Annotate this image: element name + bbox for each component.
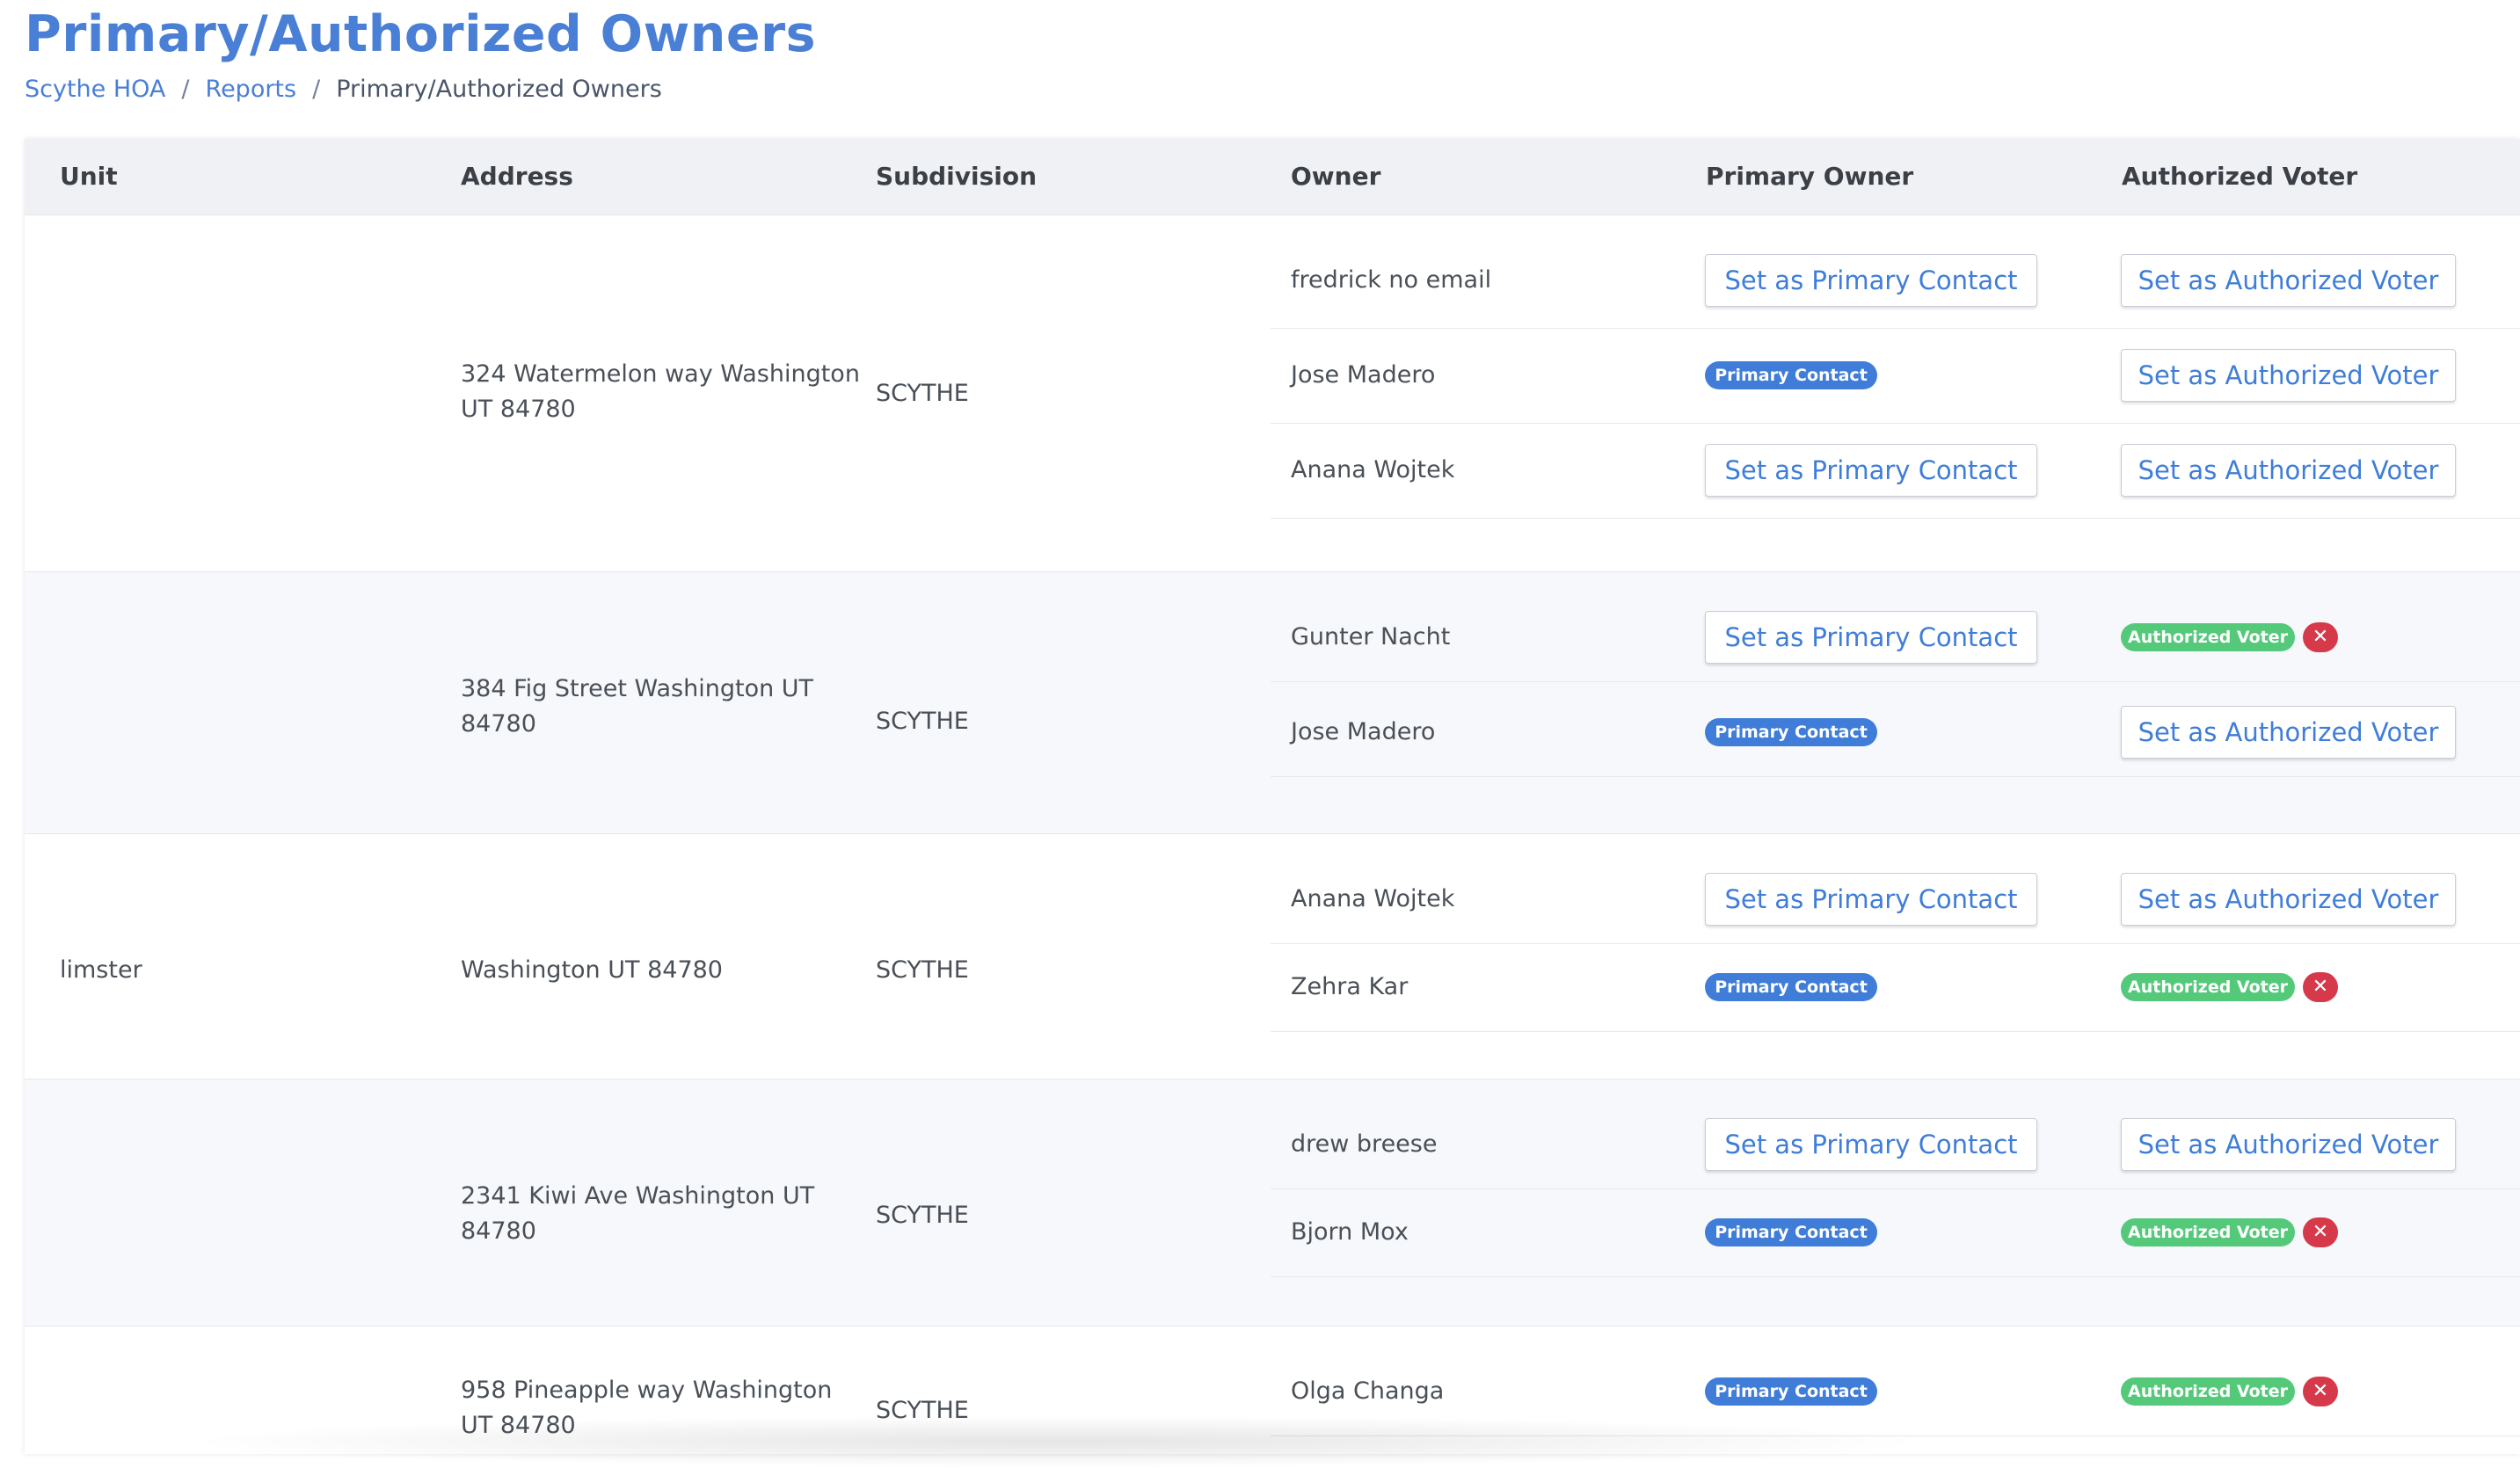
authorized-voter-badge: Authorized Voter [2121,1377,2295,1406]
owner-row: Gunter Nacht Set as Primary Contact Author… [1271,593,2520,682]
column-header-owner: Owner [1291,162,1381,191]
owner-row: fredrick no email Set as Primary Contact S… [1271,233,2520,329]
address-cell: 2341 Kiwi Ave Washington UT 84780 [461,1179,814,1249]
set-authorized-voter-button[interactable]: Set as Authorized Voter [2121,349,2456,402]
primary-contact-badge: Primary Contact [1705,718,1877,746]
table-header: Unit Address Subdivision Owner Primary O… [25,139,2520,214]
address-line-2: UT 84780 [461,396,576,423]
owner-row: Zehra Kar Primary Contact Authorized Voter… [1271,943,2520,1032]
remove-voter-icon[interactable]: ✕ [2303,972,2338,1002]
column-header-authorized-voter: Authorized Voter [2122,162,2358,191]
subdivision-cell: SCYTHE [876,1202,969,1229]
owner-name: Anana Wojtek [1291,456,1455,483]
table-row: 324 Watermelon way Washington UT 84780 SCY… [25,214,2520,572]
owner-name: drew breese [1291,1130,1438,1158]
address-line-1: 2341 Kiwi Ave Washington UT [461,1182,815,1210]
set-primary-contact-button[interactable]: Set as Primary Contact [1705,444,2037,497]
address-line-1: 324 Watermelon way Washington [461,360,860,388]
authorized-voter-badge: Authorized Voter [2121,973,2295,1001]
owner-name: Olga Changa [1291,1377,1445,1405]
set-primary-contact-button[interactable]: Set as Primary Contact [1705,254,2037,307]
set-authorized-voter-button[interactable]: Set as Authorized Voter [2121,444,2456,497]
table-row: 2341 Kiwi Ave Washington UT 84780 SCYTHE dr… [25,1079,2520,1326]
set-primary-contact-button[interactable]: Set as Primary Contact [1705,611,2037,664]
breadcrumb-current: Primary/Authorized Owners [336,76,662,103]
subdivision-cell: SCYTHE [876,380,969,407]
set-primary-contact-button[interactable]: Set as Primary Contact [1705,1118,2037,1171]
table-row: limster Washington UT 84780 SCYTHE Anana Wo… [25,833,2520,1079]
primary-contact-badge: Primary Contact [1705,1377,1877,1406]
address-line-1: 958 Pineapple way Washington [461,1377,833,1404]
set-authorized-voter-button[interactable]: Set as Authorized Voter [2121,1118,2456,1171]
owner-name: Jose Madero [1291,361,1436,389]
owner-name: fredrick no email [1291,266,1492,294]
owner-row: Anana Wojtek Set as Primary Contact Set as… [1271,855,2520,944]
table-row: 384 Fig Street Washington UT 84780 SCYTHE G… [25,571,2520,834]
column-header-unit: Unit [60,162,118,191]
unit-cell: limster [60,956,142,984]
page-title: Primary/Authorized Owners [25,5,817,63]
address-line-1: 384 Fig Street Washington UT [461,675,814,702]
subdivision-cell: SCYTHE [876,708,969,735]
owners-table-card: Unit Address Subdivision Owner Primary O… [25,139,2520,1454]
address-cell: Washington UT 84780 [461,953,723,988]
owner-row: Bjorn Mox Primary Contact Authorized Voter… [1271,1188,2520,1277]
set-primary-contact-button[interactable]: Set as Primary Contact [1705,873,2037,926]
breadcrumb-link-scythe-hoa[interactable]: Scythe HOA [25,76,165,103]
address-line-1: Washington UT 84780 [461,956,723,984]
owner-row: Olga Changa Primary Contact Authorized Vot… [1271,1348,2520,1436]
address-cell: 324 Watermelon way Washington UT 84780 [461,357,860,427]
address-cell: 958 Pineapple way Washington UT 84780 [461,1373,832,1443]
owner-name: Bjorn Mox [1291,1218,1409,1246]
address-line-2: 84780 [461,1217,536,1245]
breadcrumb-separator: / [181,76,190,103]
column-header-primary-owner: Primary Owner [1706,162,1914,191]
set-authorized-voter-button[interactable]: Set as Authorized Voter [2121,254,2456,307]
owner-row: Jose Madero Primary Contact Set as Authori… [1271,688,2520,777]
address-line-2: UT 84780 [461,1412,576,1439]
owner-name: Gunter Nacht [1291,623,1451,650]
set-authorized-voter-button[interactable]: Set as Authorized Voter [2121,706,2456,759]
primary-contact-badge: Primary Contact [1705,361,1877,389]
remove-voter-icon[interactable]: ✕ [2303,622,2338,652]
subdivision-cell: SCYTHE [876,956,969,984]
owner-row: Jose Madero Primary Contact Set as Authori… [1271,328,2520,424]
owner-name: Zehra Kar [1291,973,1409,1000]
remove-voter-icon[interactable]: ✕ [2303,1377,2338,1406]
address-line-2: 84780 [461,710,536,738]
column-header-subdivision: Subdivision [876,162,1038,191]
owner-name: Anana Wojtek [1291,885,1455,912]
authorized-voter-badge: Authorized Voter [2121,623,2295,651]
owner-row: drew breese Set as Primary Contact Set as … [1271,1101,2520,1189]
owner-row: Anana Wojtek Set as Primary Contact Set as… [1271,423,2520,519]
breadcrumb: Scythe HOA / Reports / Primary/Authorize… [25,76,662,103]
primary-contact-badge: Primary Contact [1705,973,1877,1001]
breadcrumb-link-reports[interactable]: Reports [206,76,297,103]
remove-voter-icon[interactable]: ✕ [2303,1217,2338,1247]
primary-contact-badge: Primary Contact [1705,1218,1877,1246]
owner-name: Jose Madero [1291,718,1436,745]
breadcrumb-separator: / [312,76,321,103]
table-row: 958 Pineapple way Washington UT 84780 SCYT… [25,1326,2520,1454]
subdivision-cell: SCYTHE [876,1397,969,1424]
authorized-voter-badge: Authorized Voter [2121,1218,2295,1246]
column-header-address: Address [461,162,573,191]
set-authorized-voter-button[interactable]: Set as Authorized Voter [2121,873,2456,926]
address-cell: 384 Fig Street Washington UT 84780 [461,672,813,742]
